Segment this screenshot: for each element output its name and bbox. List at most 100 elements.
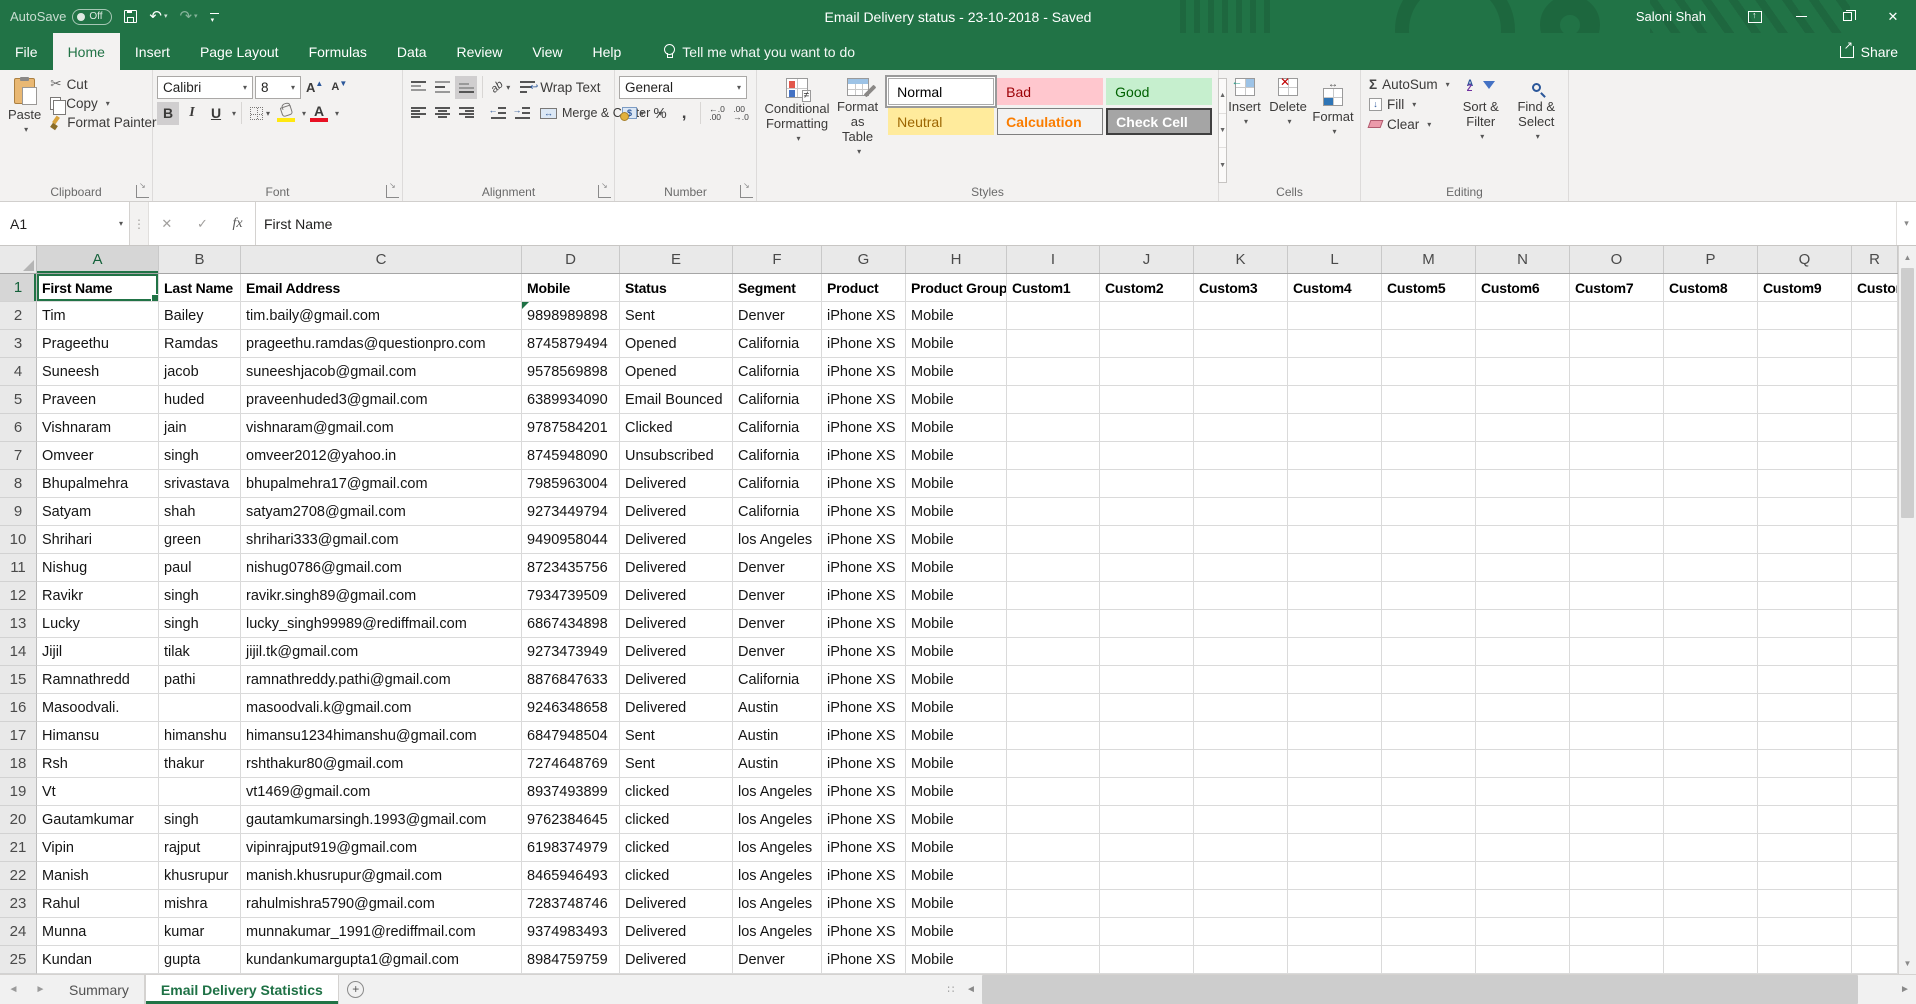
- autosave-pill[interactable]: Off: [72, 9, 112, 25]
- cell-E6[interactable]: Clicked: [620, 414, 733, 442]
- cell-D25[interactable]: 8984759759: [522, 946, 620, 974]
- cell-B13[interactable]: singh: [159, 610, 241, 638]
- autosum-button[interactable]: ΣAutoSum▾: [1365, 74, 1453, 94]
- cell-N8[interactable]: [1476, 470, 1570, 498]
- cell-N18[interactable]: [1476, 750, 1570, 778]
- cell-A16[interactable]: Masoodvali.: [37, 694, 159, 722]
- cell-P25[interactable]: [1664, 946, 1758, 974]
- cell-B19[interactable]: [159, 778, 241, 806]
- cell-B24[interactable]: kumar: [159, 918, 241, 946]
- cell-P12[interactable]: [1664, 582, 1758, 610]
- cell-R5[interactable]: [1852, 386, 1898, 414]
- ribbon-tab-help[interactable]: Help: [578, 33, 637, 70]
- cell-B20[interactable]: singh: [159, 806, 241, 834]
- cell-K12[interactable]: [1194, 582, 1288, 610]
- cell-A17[interactable]: Himansu: [37, 722, 159, 750]
- cell-B22[interactable]: khusrupur: [159, 862, 241, 890]
- cell-J25[interactable]: [1100, 946, 1194, 974]
- sheet-tab-summary[interactable]: Summary: [54, 975, 145, 1004]
- cell-L7[interactable]: [1288, 442, 1382, 470]
- underline-button[interactable]: U: [205, 102, 227, 125]
- cell-R11[interactable]: [1852, 554, 1898, 582]
- cell-A5[interactable]: Praveen: [37, 386, 159, 414]
- cell-K18[interactable]: [1194, 750, 1288, 778]
- cell-D11[interactable]: 8723435756: [522, 554, 620, 582]
- cell-C11[interactable]: nishug0786@gmail.com: [241, 554, 522, 582]
- cell-G3[interactable]: iPhone XS: [822, 330, 906, 358]
- delete-cells-button[interactable]: Delete ▾: [1266, 74, 1310, 183]
- row-header-6[interactable]: 6: [0, 414, 37, 442]
- cell-R9[interactable]: [1852, 498, 1898, 526]
- cell-E7[interactable]: Unsubscribed: [620, 442, 733, 470]
- cell-Q16[interactable]: [1758, 694, 1852, 722]
- cell-G8[interactable]: iPhone XS: [822, 470, 906, 498]
- find-select-button[interactable]: Find & Select▾: [1509, 74, 1565, 183]
- cell-L12[interactable]: [1288, 582, 1382, 610]
- cell-N19[interactable]: [1476, 778, 1570, 806]
- cell-style-bad[interactable]: Bad: [997, 78, 1103, 105]
- cell-C5[interactable]: praveenhuded3@gmail.com: [241, 386, 522, 414]
- cell-D17[interactable]: 6847948504: [522, 722, 620, 750]
- cell-P6[interactable]: [1664, 414, 1758, 442]
- cell-R23[interactable]: [1852, 890, 1898, 918]
- cell-E15[interactable]: Delivered: [620, 666, 733, 694]
- cell-I9[interactable]: [1007, 498, 1100, 526]
- cell-R14[interactable]: [1852, 638, 1898, 666]
- cell-C9[interactable]: satyam2708@gmail.com: [241, 498, 522, 526]
- cell-J16[interactable]: [1100, 694, 1194, 722]
- cell-O2[interactable]: [1570, 302, 1664, 330]
- cell-H13[interactable]: Mobile: [906, 610, 1007, 638]
- cell-C20[interactable]: gautamkumarsingh.1993@gmail.com: [241, 806, 522, 834]
- cell-J13[interactable]: [1100, 610, 1194, 638]
- chevron-down-icon[interactable]: ▾: [302, 109, 306, 118]
- cell-R8[interactable]: [1852, 470, 1898, 498]
- cell-K5[interactable]: [1194, 386, 1288, 414]
- ribbon-tab-data[interactable]: Data: [382, 33, 442, 70]
- row-header-7[interactable]: 7: [0, 442, 37, 470]
- next-sheet-button[interactable]: ►: [27, 975, 54, 1004]
- cell-E19[interactable]: clicked: [620, 778, 733, 806]
- format-cells-button[interactable]: Format ▾: [1310, 74, 1356, 183]
- cell-H7[interactable]: Mobile: [906, 442, 1007, 470]
- cell-P14[interactable]: [1664, 638, 1758, 666]
- cell-B2[interactable]: Bailey: [159, 302, 241, 330]
- cell-K15[interactable]: [1194, 666, 1288, 694]
- cell-R10[interactable]: [1852, 526, 1898, 554]
- cell-F14[interactable]: Denver: [733, 638, 822, 666]
- cell-C10[interactable]: shrihari333@gmail.com: [241, 526, 522, 554]
- sheet-tab-email-delivery-statistics[interactable]: Email Delivery Statistics: [145, 975, 339, 1004]
- row-header-20[interactable]: 20: [0, 806, 37, 834]
- cell-D1[interactable]: Mobile: [522, 274, 620, 302]
- cell-I15[interactable]: [1007, 666, 1100, 694]
- cell-O5[interactable]: [1570, 386, 1664, 414]
- cell-H16[interactable]: Mobile: [906, 694, 1007, 722]
- cell-H19[interactable]: Mobile: [906, 778, 1007, 806]
- cell-F13[interactable]: Denver: [733, 610, 822, 638]
- cell-I25[interactable]: [1007, 946, 1100, 974]
- autosave-toggle[interactable]: AutoSave Off: [10, 9, 112, 25]
- cell-D6[interactable]: 9787584201: [522, 414, 620, 442]
- cell-R16[interactable]: [1852, 694, 1898, 722]
- cell-F25[interactable]: Denver: [733, 946, 822, 974]
- column-header-Q[interactable]: Q: [1758, 246, 1852, 273]
- cell-B11[interactable]: paul: [159, 554, 241, 582]
- vertical-scrollbar[interactable]: ▲ ▼: [1898, 246, 1916, 974]
- cell-B21[interactable]: rajput: [159, 834, 241, 862]
- cell-F6[interactable]: California: [733, 414, 822, 442]
- cell-N23[interactable]: [1476, 890, 1570, 918]
- cell-D16[interactable]: 9246348658: [522, 694, 620, 722]
- cell-M14[interactable]: [1382, 638, 1476, 666]
- align-left-button[interactable]: [407, 102, 429, 125]
- cell-K25[interactable]: [1194, 946, 1288, 974]
- cell-F5[interactable]: California: [733, 386, 822, 414]
- ribbon-tab-view[interactable]: View: [517, 33, 577, 70]
- alignment-dialog-launcher[interactable]: [598, 185, 611, 198]
- align-right-button[interactable]: [455, 102, 477, 125]
- cell-B18[interactable]: thakur: [159, 750, 241, 778]
- cell-A3[interactable]: Prageethu: [37, 330, 159, 358]
- cell-L3[interactable]: [1288, 330, 1382, 358]
- align-top-button[interactable]: [407, 76, 429, 99]
- cell-D5[interactable]: 6389934090: [522, 386, 620, 414]
- cell-I12[interactable]: [1007, 582, 1100, 610]
- cell-B14[interactable]: tilak: [159, 638, 241, 666]
